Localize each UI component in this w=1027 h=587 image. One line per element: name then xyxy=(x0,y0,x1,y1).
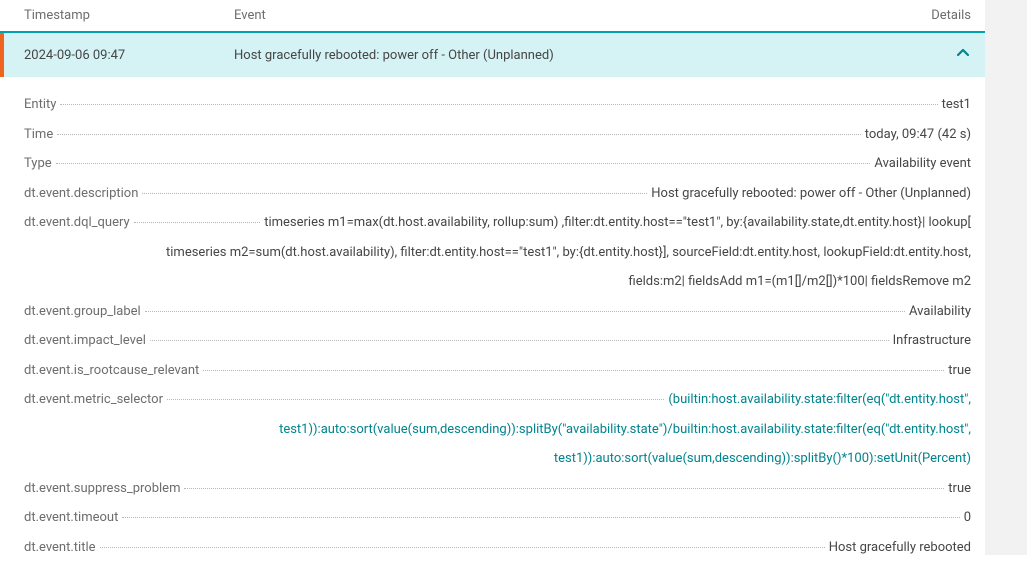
detail-value: Host gracefully rebooted xyxy=(829,538,971,558)
detail-entity: Entity test1 xyxy=(24,95,971,115)
header-timestamp: Timestamp xyxy=(24,8,234,23)
detail-value: true xyxy=(948,479,971,499)
detail-value: Host gracefully rebooted: power off - Ot… xyxy=(651,184,971,204)
detail-label: Entity xyxy=(24,95,56,115)
detail-value: true xyxy=(948,361,971,381)
collapse-button[interactable] xyxy=(911,45,971,65)
detail-value-link-cont[interactable]: test1)):auto:sort(value(sum,descending))… xyxy=(24,449,971,469)
event-details: Entity test1 Time today, 09:47 (42 s) Ty… xyxy=(0,77,985,557)
detail-timeout: dt.event.timeout 0 xyxy=(24,508,971,528)
detail-impact-level: dt.event.impact_level Infrastructure xyxy=(24,331,971,351)
detail-value-cont: fields:m2| fieldsAdd m1=(m1[]/m2[])*100|… xyxy=(24,272,971,292)
header-details: Details xyxy=(911,8,971,23)
detail-is-rootcause-relevant: dt.event.is_rootcause_relevant true xyxy=(24,361,971,381)
detail-label: dt.event.is_rootcause_relevant xyxy=(24,361,199,381)
detail-value: Availability event xyxy=(874,154,971,174)
detail-label: dt.event.title xyxy=(24,538,96,558)
table-header: Timestamp Event Details xyxy=(0,0,985,33)
detail-type: Type Availability event xyxy=(24,154,971,174)
detail-value: Availability xyxy=(909,302,971,322)
detail-label: dt.event.suppress_problem xyxy=(24,479,180,499)
event-details-panel: Timestamp Event Details 2024-09-06 09:47… xyxy=(0,0,985,587)
detail-value: 0 xyxy=(964,508,971,528)
detail-group-label: dt.event.group_label Availability xyxy=(24,302,971,322)
detail-label: Time xyxy=(24,125,53,145)
chevron-up-icon xyxy=(955,50,971,65)
event-row[interactable]: 2024-09-06 09:47 Host gracefully reboote… xyxy=(0,33,985,77)
detail-value: Infrastructure xyxy=(893,331,971,351)
detail-label: dt.event.group_label xyxy=(24,302,141,322)
detail-label: dt.event.timeout xyxy=(24,508,118,528)
event-title: Host gracefully rebooted: power off - Ot… xyxy=(234,48,911,63)
detail-label: Type xyxy=(24,154,52,174)
detail-label: dt.event.dql_query xyxy=(24,213,130,233)
detail-time: Time today, 09:47 (42 s) xyxy=(24,125,971,145)
detail-suppress-problem: dt.event.suppress_problem true xyxy=(24,479,971,499)
detail-label: dt.event.impact_level xyxy=(24,331,146,351)
detail-value-link-cont[interactable]: test1)):auto:sort(value(sum,descending))… xyxy=(24,420,971,440)
header-event: Event xyxy=(234,8,911,23)
detail-value-link[interactable]: (builtin:host.availability.state:filter(… xyxy=(668,390,971,410)
detail-description: dt.event.description Host gracefully reb… xyxy=(24,184,971,204)
event-timestamp: 2024-09-06 09:47 xyxy=(24,48,234,63)
detail-metric-selector: dt.event.metric_selector (builtin:host.a… xyxy=(24,390,971,469)
detail-label: dt.event.metric_selector xyxy=(24,390,163,410)
detail-dql-query: dt.event.dql_query timeseries m1=max(dt.… xyxy=(24,213,971,292)
detail-value: test1 xyxy=(942,95,971,115)
detail-title: dt.event.title Host gracefully rebooted xyxy=(24,538,971,558)
detail-value: today, 09:47 (42 s) xyxy=(865,125,971,145)
right-gutter xyxy=(985,0,1027,555)
detail-label: dt.event.description xyxy=(24,184,138,204)
detail-value: timeseries m1=max(dt.host.availability, … xyxy=(264,213,971,233)
detail-value-cont: timeseries m2=sum(dt.host.availability),… xyxy=(24,243,971,263)
